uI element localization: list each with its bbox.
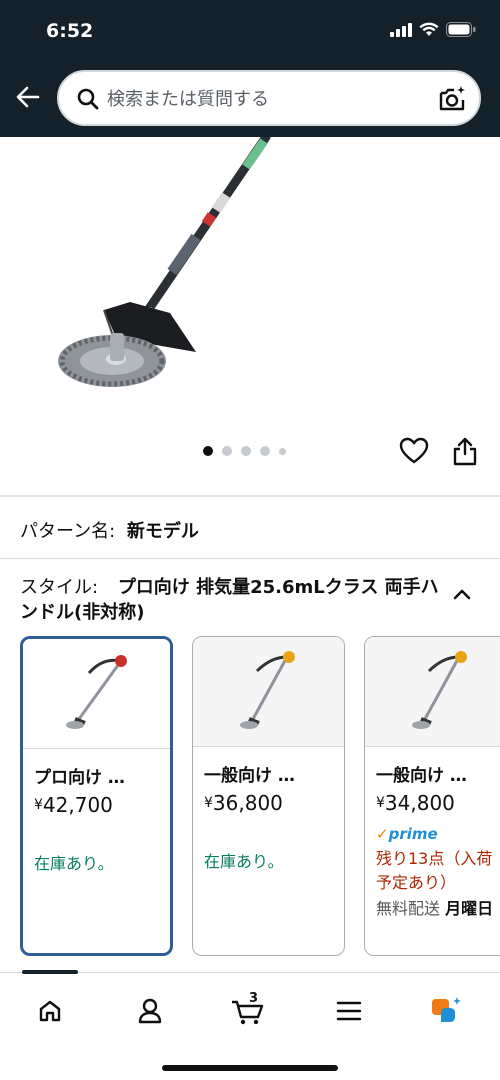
section-divider [0,558,500,559]
bottom-nav: 3 [0,970,500,1080]
nav-rufus[interactable] [426,993,466,1029]
option-image [23,639,170,749]
prime-badge: ✓prime [376,825,438,843]
style-options: プロ向け … ¥42,700 在庫あり。 一般向け … ¥36,800 在庫あり… [20,636,500,958]
home-icon [39,1000,61,1022]
option-delivery: 無料配送 月曜日 [376,899,494,918]
search-bar[interactable] [57,70,481,126]
option-image [365,637,500,747]
option-title: 一般向け … [204,766,295,786]
brush-cutter-thumbnail [66,655,127,729]
carousel-dot[interactable] [203,446,213,456]
option-title: プロ向け … [34,768,125,788]
prime-check-icon: ✓ [376,825,389,843]
option-stock: 残り13点（入荷予定あり） [376,849,493,892]
nav-home[interactable] [30,993,70,1029]
account-icon [138,998,162,1024]
brush-cutter-image [58,137,271,387]
cart-icon [232,1000,264,1025]
option-stock: 在庫あり。 [34,854,114,873]
carousel-dots[interactable] [203,446,286,456]
top-header: 6:52 [0,0,500,137]
option-image [193,637,344,747]
style-selector[interactable]: スタイル: プロ向け 排気量25.6mLクラス 両手ハンドル(非対称) [20,575,440,625]
back-button[interactable] [14,83,46,115]
camera-icon[interactable] [437,84,467,114]
search-input[interactable] [107,86,427,112]
battery-icon [446,22,476,37]
chevron-up-icon[interactable] [451,586,473,602]
option-price: ¥42,700 [34,793,113,817]
option-title: 一般向け … [376,766,467,786]
share-icon[interactable] [452,436,478,466]
style-option-card[interactable]: プロ向け … ¥42,700 在庫あり。 [20,636,173,956]
status-time: 6:52 [46,20,94,42]
carousel-dot[interactable] [279,447,286,455]
pattern-selector[interactable]: パターン名: 新モデル [20,517,199,543]
style-label: スタイル: [20,577,99,598]
option-price: ¥36,800 [204,791,283,815]
brush-cutter-thumbnail [240,651,295,729]
home-indicator [162,1065,338,1071]
back-arrow-icon [16,86,40,108]
cart-count: 3 [249,991,259,1006]
active-tab-indicator [22,970,78,974]
style-option-card[interactable]: 一般向け … ¥34,800 ✓prime 残り13点（入荷予定あり） 無料配送… [364,636,500,956]
heart-icon[interactable] [399,437,429,465]
nav-menu[interactable] [329,993,369,1029]
status-bar: 6:52 [0,0,500,62]
nav-cart[interactable]: 3 [228,991,268,1029]
wifi-icon [419,22,439,36]
signal-icon [390,22,412,37]
section-divider [0,495,500,497]
search-icon [77,88,99,110]
carousel-dot[interactable] [222,446,232,456]
pattern-label: パターン名: [20,521,116,542]
carousel-dot[interactable] [260,446,270,456]
status-icons [390,22,476,37]
brush-cutter-thumbnail [412,651,467,729]
menu-icon [336,1001,362,1021]
style-option-card[interactable]: 一般向け … ¥36,800 在庫あり。 [192,636,345,956]
carousel-dot[interactable] [241,446,251,456]
option-price: ¥34,800 [376,791,455,815]
product-image[interactable] [0,137,500,427]
rufus-icon [432,997,461,1022]
option-stock: 在庫あり。 [204,852,284,871]
nav-account[interactable] [130,993,170,1029]
pattern-value: 新モデル [126,521,199,542]
